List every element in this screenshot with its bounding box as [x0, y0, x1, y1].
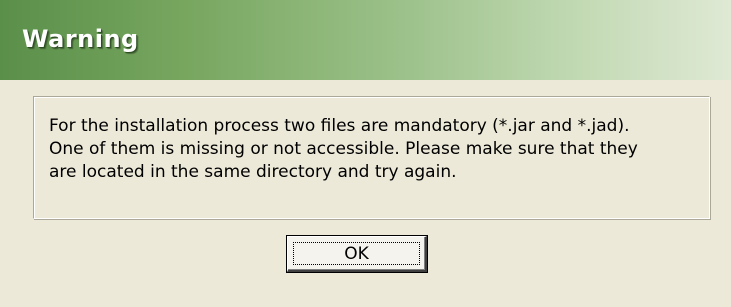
message-line-2: One of them is missing or not accessible… — [49, 139, 638, 159]
title-bar[interactable]: Warning — [0, 0, 731, 80]
message-line-3: are located in the same directory and tr… — [49, 162, 457, 182]
message-panel: For the installation process two files a… — [33, 96, 710, 219]
ok-button[interactable]: OK — [287, 236, 427, 272]
warning-dialog: Warning For the installation process two… — [0, 0, 731, 307]
dialog-title: Warning — [22, 25, 139, 53]
ok-button-label: OK — [344, 243, 369, 264]
message-line-1: For the installation process two files a… — [49, 116, 630, 136]
